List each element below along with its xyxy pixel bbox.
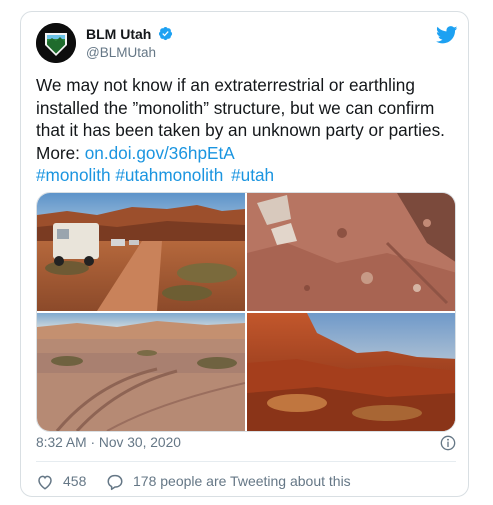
hashtag-monolith[interactable]: #monolith [36,165,111,185]
tweeting-about-text: 178 people are Tweeting about this [133,473,351,489]
author-handle[interactable]: @BLMUtah [86,45,156,60]
avatar[interactable] [36,23,76,63]
author-name-text: BLM Utah [86,26,152,42]
photo-tire-tracks[interactable] [37,313,245,431]
photo-red-rock-canyon[interactable] [247,313,455,431]
photo-rocky-ground[interactable] [247,193,455,311]
hashtag-utah[interactable]: #utah [231,165,274,185]
photo-desert-road[interactable] [37,193,245,311]
heart-icon [38,475,52,490]
hashtag-utahmonolith[interactable]: #utahmonolith [115,165,223,185]
author-name[interactable]: BLM Utah [86,26,173,44]
tweet-link[interactable]: on.doi.gov/36hpEtA [85,143,235,163]
media-grid [36,192,456,432]
tweet-card[interactable]: BLM Utah @BLMUtah We may not know if an … [20,11,469,497]
blm-logo-icon [36,23,76,63]
like-count: 458 [63,473,87,489]
tweet-text: We may not know if an extraterrestrial o… [36,74,461,187]
reply-bubble-icon [107,474,123,491]
timestamp[interactable]: 8:32 AM · Nov 30, 2020 [36,435,181,450]
divider [36,461,456,462]
verified-badge-icon [158,26,173,44]
twitter-bird-icon[interactable] [436,26,458,49]
info-icon[interactable] [440,435,456,456]
